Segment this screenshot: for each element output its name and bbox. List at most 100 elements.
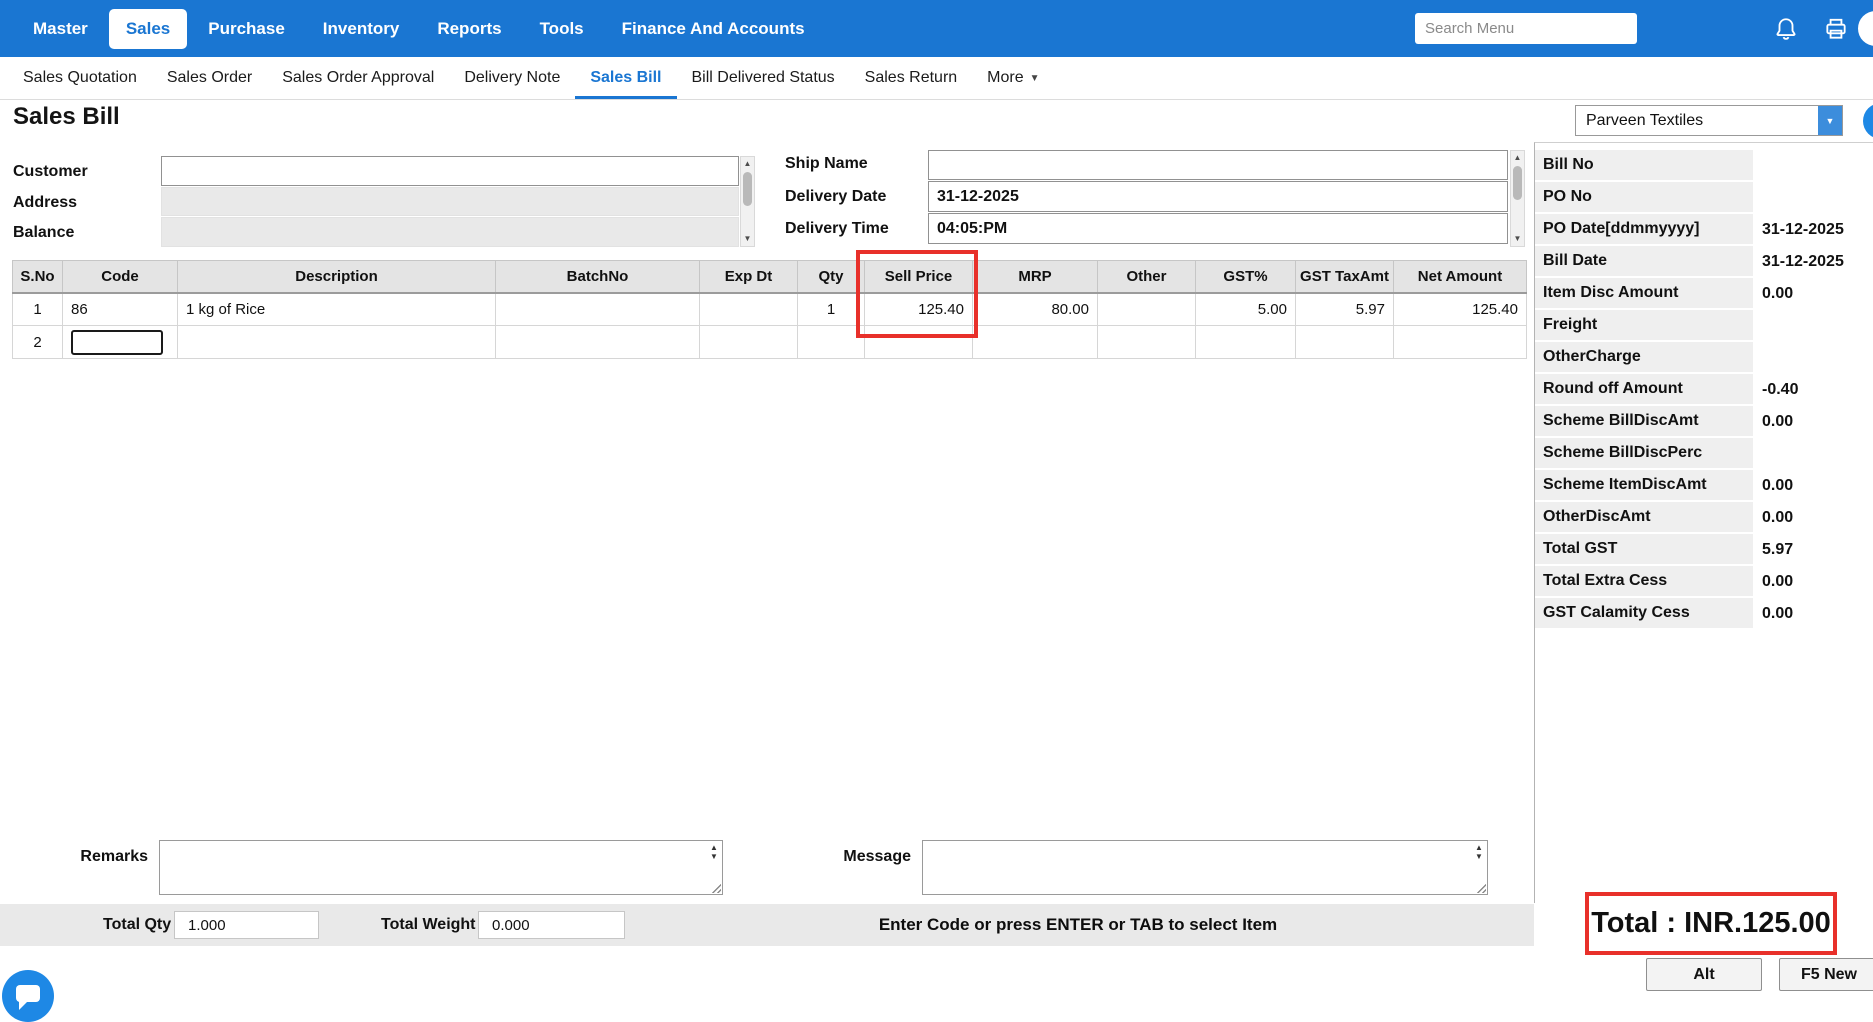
summary-row-scheme-billdiscamt: Scheme BillDiscAmt 0.00 (1535, 406, 1873, 438)
summary-value[interactable]: -0.40 (1753, 374, 1873, 406)
cell-gst-taxamt[interactable] (1295, 325, 1394, 359)
summary-value[interactable]: 31-12-2025 (1753, 246, 1873, 278)
cell-description[interactable] (177, 325, 496, 359)
column-header-mrp: MRP (972, 260, 1098, 294)
summary-value[interactable] (1753, 310, 1873, 342)
summary-row-item-disc-amount: Item Disc Amount 0.00 (1535, 278, 1873, 310)
cell-mrp[interactable]: 80.00 (972, 292, 1098, 326)
delivery-time-input[interactable] (928, 213, 1508, 244)
tab-sales-quotation[interactable]: Sales Quotation (8, 57, 152, 99)
cell-description[interactable]: 1 kg of Rice (177, 292, 496, 326)
summary-value[interactable]: 31-12-2025 (1753, 214, 1873, 246)
summary-value[interactable]: 0.00 (1753, 598, 1873, 630)
summary-row-bill-no: Bill No (1535, 150, 1873, 182)
alt-button[interactable]: Alt (1646, 958, 1762, 991)
total-qty-input[interactable] (174, 911, 319, 939)
customer-input[interactable] (161, 156, 739, 186)
cell-sno: 2 (12, 325, 63, 359)
cell-sell-price[interactable] (864, 325, 973, 359)
scrollbar-thumb[interactable] (743, 172, 752, 206)
summary-row-bill-date: Bill Date 31-12-2025 (1535, 246, 1873, 278)
tab-more[interactable]: More ▼ (972, 57, 1054, 99)
message-textarea[interactable]: ▲ ▼ (922, 840, 1488, 895)
company-selector[interactable]: Parveen Textiles ▼ (1575, 105, 1843, 136)
cell-net-amount[interactable] (1393, 325, 1527, 359)
cell-sno[interactable]: 1 (12, 292, 63, 326)
cell-gst-pct[interactable]: 5.00 (1195, 292, 1296, 326)
total-weight-input[interactable] (478, 911, 625, 939)
summary-value[interactable]: 0.00 (1753, 278, 1873, 310)
print-icon[interactable] (1823, 16, 1849, 42)
cell-expdt[interactable] (699, 292, 798, 326)
chat-fab-button[interactable] (2, 970, 54, 1022)
remarks-textarea[interactable]: ▲ ▼ (159, 840, 723, 895)
summary-value[interactable]: 5.97 (1753, 534, 1873, 566)
cell-net-amount[interactable]: 125.40 (1393, 292, 1527, 326)
menu-sales[interactable]: Sales (108, 8, 188, 49)
total-qty-label: Total Qty (103, 916, 172, 933)
ship-name-input[interactable] (928, 150, 1508, 180)
cell-expdt[interactable] (699, 325, 798, 359)
cell-mrp[interactable] (972, 325, 1098, 359)
remarks-label: Remarks (80, 848, 148, 865)
annotation-total-highlight: Total : INR.125.00 (1585, 892, 1837, 955)
resize-grip-icon[interactable] (1475, 882, 1486, 893)
cell-sell-price[interactable]: 125.40 (864, 292, 973, 326)
cell-gst-taxamt[interactable]: 5.97 (1295, 292, 1394, 326)
help-circle-partial[interactable] (1863, 103, 1873, 139)
search-menu-input[interactable] (1415, 13, 1637, 44)
cell-code[interactable]: 86 (62, 292, 178, 326)
summary-label: Freight (1535, 310, 1753, 342)
menu-inventory[interactable]: Inventory (306, 9, 417, 49)
spinner-arrows-icon[interactable]: ▲ ▼ (708, 843, 720, 861)
resize-grip-icon[interactable] (710, 882, 721, 893)
summary-label: OtherDiscAmt (1535, 502, 1753, 534)
customer-scrollbar[interactable]: ▲ ▼ (740, 156, 755, 247)
scroll-up-arrow-icon[interactable]: ▲ (1511, 151, 1524, 165)
summary-value[interactable] (1753, 182, 1873, 214)
summary-row-po-no: PO No (1535, 182, 1873, 214)
delivery-date-input[interactable] (928, 181, 1508, 212)
tab-sales-bill[interactable]: Sales Bill (575, 57, 676, 99)
spinner-arrows-icon[interactable]: ▲ ▼ (1473, 843, 1485, 861)
menu-master[interactable]: Master (16, 9, 105, 49)
summary-row-total-gst: Total GST 5.97 (1535, 534, 1873, 566)
column-header-description: Description (177, 260, 496, 294)
cell-other[interactable] (1097, 325, 1196, 359)
f5-new-button[interactable]: F5 New (1779, 958, 1873, 991)
menu-purchase[interactable]: Purchase (191, 9, 302, 49)
notification-bell-icon[interactable] (1773, 16, 1799, 42)
menu-finance-and-accounts[interactable]: Finance And Accounts (605, 9, 822, 49)
summary-value[interactable] (1753, 342, 1873, 374)
tab-sales-order-approval[interactable]: Sales Order Approval (267, 57, 449, 99)
cell-other[interactable] (1097, 292, 1196, 326)
cell-qty[interactable]: 1 (797, 292, 865, 326)
tab-sales-return[interactable]: Sales Return (850, 57, 973, 99)
code-entry-input[interactable] (71, 329, 163, 355)
summary-value[interactable]: 0.00 (1753, 566, 1873, 598)
chevron-down-icon[interactable]: ▼ (1817, 106, 1842, 135)
scroll-down-arrow-icon[interactable]: ▼ (1511, 232, 1524, 246)
cell-qty[interactable] (797, 325, 865, 359)
scroll-up-arrow-icon[interactable]: ▲ (741, 157, 754, 171)
summary-value[interactable]: 0.00 (1753, 406, 1873, 438)
summary-value[interactable] (1753, 438, 1873, 470)
ship-section-scrollbar[interactable]: ▲ ▼ (1510, 150, 1525, 247)
summary-value[interactable]: 0.00 (1753, 502, 1873, 534)
address-label: Address (13, 194, 78, 211)
menu-tools[interactable]: Tools (523, 9, 601, 49)
tab-delivery-note[interactable]: Delivery Note (449, 57, 575, 99)
cell-batchno[interactable] (495, 292, 700, 326)
tab-sales-order[interactable]: Sales Order (152, 57, 267, 99)
summary-value[interactable] (1753, 150, 1873, 182)
tab-bill-delivered-status[interactable]: Bill Delivered Status (677, 57, 850, 99)
menu-reports[interactable]: Reports (420, 9, 518, 49)
cell-gst-pct[interactable] (1195, 325, 1296, 359)
scrollbar-thumb[interactable] (1513, 166, 1522, 200)
scroll-down-arrow-icon[interactable]: ▼ (741, 232, 754, 246)
delivery-time-label: Delivery Time (785, 220, 889, 237)
summary-value[interactable]: 0.00 (1753, 470, 1873, 502)
summary-label: Scheme BillDiscPerc (1535, 438, 1753, 470)
cell-batchno[interactable] (495, 325, 700, 359)
column-header-qty: Qty (797, 260, 865, 294)
